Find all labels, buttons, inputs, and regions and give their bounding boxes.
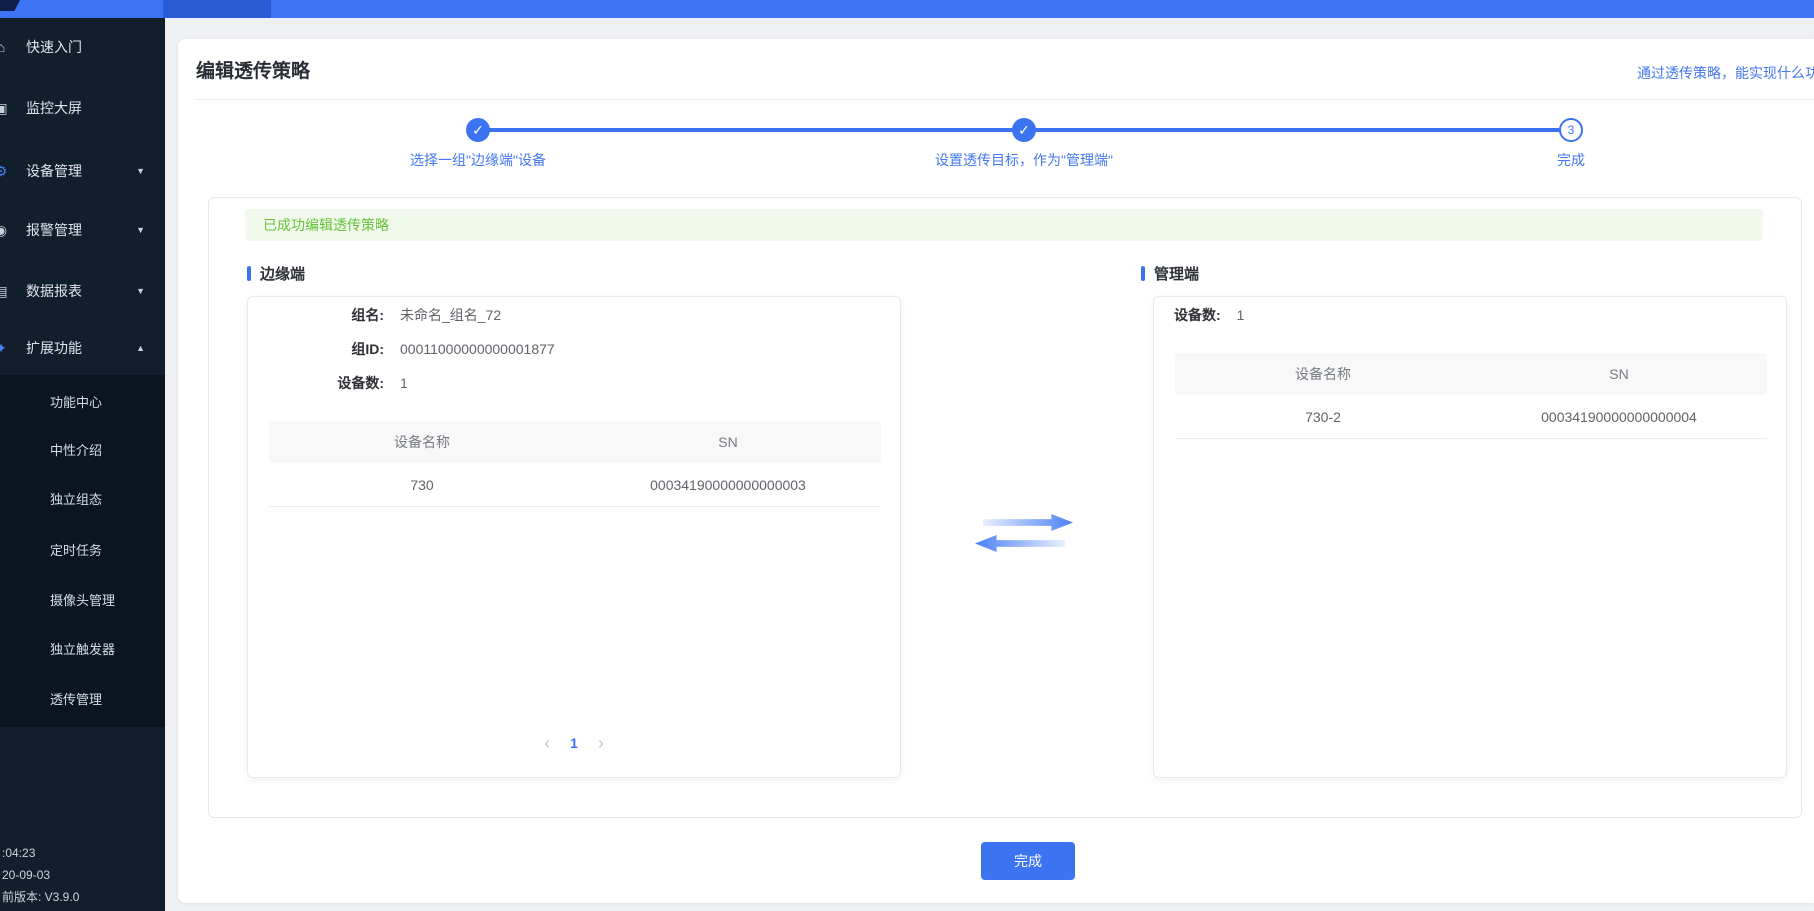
logo-fragment-icon — [0, 0, 20, 11]
field-label: 组ID: — [274, 339, 384, 359]
cell-sn: 00034190000000000004 — [1471, 395, 1767, 438]
column-header-device-name: 设备名称 — [1175, 353, 1471, 395]
submenu-item-scheduled-task[interactable]: 定时任务 — [50, 541, 102, 561]
chevron-down-icon: ▼ — [136, 280, 145, 302]
step-1-circle: ✓ — [466, 118, 490, 142]
page-title: 编辑透传策略 — [196, 56, 310, 83]
submenu-item-neutral-introduction[interactable]: 中性介绍 — [50, 441, 102, 461]
edge-card: 组名: 未命名_组名_72 组ID: 00011000000000001877 … — [247, 296, 901, 778]
field-value: 1 — [1237, 307, 1245, 323]
manage-section-title-text: 管理端 — [1154, 266, 1199, 283]
edge-device-table: 设备名称 SN 730 00034190000000000003 — [269, 421, 881, 507]
column-header-device-name: 设备名称 — [269, 421, 575, 463]
transfer-arrows-icon — [975, 514, 1075, 554]
cell-device-name: 730 — [269, 463, 575, 506]
submenu-item-independent-configuration[interactable]: 独立组态 — [50, 490, 102, 510]
manage-field-device-count: 设备数: 1 — [1174, 305, 1244, 325]
column-header-sn: SN — [575, 421, 881, 463]
result-panel: 已成功编辑透传策略 边缘端 组名: 未命名_组名_72 组ID: 0001100… — [208, 197, 1802, 818]
content-card: 编辑透传策略 通过透传策略，能实现什么功 ✓ ✓ 3 选择一组"边缘端"设备 设… — [178, 39, 1814, 903]
sidebar-item-label: 设备管理 — [26, 160, 82, 182]
manage-section-title: 管理端 — [1141, 266, 1199, 284]
sidebar-item-label: 数据报表 — [26, 280, 82, 302]
sidebar-item-quick-start[interactable]: ⌂ 快速入门 — [0, 36, 165, 58]
sidebar-item-label: 快速入门 — [26, 36, 82, 58]
pagination-prev-icon[interactable]: ‹ — [544, 730, 550, 756]
field-value: 1 — [400, 373, 408, 393]
pagination-next-icon[interactable]: › — [598, 730, 604, 756]
finish-button[interactable]: 完成 — [981, 842, 1075, 880]
sidebar-item-extended-functions[interactable]: ✦ 扩展功能 ▲ — [0, 337, 165, 359]
submenu-item-camera-management[interactable]: 摄像头管理 — [50, 591, 115, 611]
field-value: 00011000000000001877 — [400, 339, 555, 359]
sidebar-submenu: 功能中心 中性介绍 独立组态 定时任务 摄像头管理 独立触发器 透传管理 — [0, 375, 165, 727]
step-1-label: 选择一组"边缘端"设备 — [308, 150, 648, 170]
field-value: 未命名_组名_72 — [400, 305, 501, 325]
sidebar: ⌂ 快速入门 ▣ 监控大屏 ⚙ 设备管理 ▼ ◉ 报警管理 ▼ ▤ 数据报表 ▼… — [0, 0, 165, 911]
arrow-right-icon — [983, 514, 1073, 531]
table-row: 730-2 00034190000000000004 — [1175, 395, 1767, 439]
section-bar-icon — [247, 266, 251, 281]
sidebar-footer-date: 20-09-03 — [2, 867, 50, 883]
monitor-icon: ▣ — [0, 97, 10, 119]
edge-section-title-text: 边缘端 — [260, 266, 305, 283]
cell-sn: 00034190000000000003 — [575, 463, 881, 506]
step-3-label: 完成 — [1401, 150, 1741, 170]
sidebar-item-monitor-screen[interactable]: ▣ 监控大屏 — [0, 97, 165, 119]
step-2-label: 设置透传目标，作为"管理端" — [854, 150, 1194, 170]
help-link[interactable]: 通过透传策略，能实现什么功 — [1637, 63, 1814, 83]
table-header-row: 设备名称 SN — [1175, 353, 1767, 395]
step-2-circle: ✓ — [1012, 118, 1036, 142]
table-row: 730 00034190000000000003 — [269, 463, 881, 507]
main-area: 编辑透传策略 通过透传策略，能实现什么功 ✓ ✓ 3 选择一组"边缘端"设备 设… — [165, 18, 1814, 911]
home-icon: ⌂ — [0, 36, 10, 58]
gear-icon: ⚙ — [0, 160, 10, 182]
manage-device-table: 设备名称 SN 730-2 00034190000000000004 — [1175, 353, 1767, 439]
sidebar-item-data-report[interactable]: ▤ 数据报表 ▼ — [0, 280, 165, 302]
sidebar-item-alarm-management[interactable]: ◉ 报警管理 ▼ — [0, 219, 165, 241]
step-3-circle: 3 — [1559, 118, 1583, 142]
table-header-row: 设备名称 SN — [269, 421, 881, 463]
manage-card: 设备数: 1 设备名称 SN 730-2 00034190000000000004 — [1153, 296, 1787, 778]
sidebar-footer-time: :04:23 — [2, 845, 35, 861]
extension-icon: ✦ — [0, 337, 10, 359]
sidebar-item-label: 报警管理 — [26, 219, 82, 241]
sidebar-footer-version: 前版本: V3.9.0 — [2, 889, 79, 905]
field-label: 组名: — [274, 305, 384, 325]
cell-device-name: 730-2 — [1175, 395, 1471, 438]
field-label: 设备数: — [274, 373, 384, 393]
submenu-item-function-center[interactable]: 功能中心 — [50, 393, 102, 413]
sidebar-item-device-management[interactable]: ⚙ 设备管理 ▼ — [0, 160, 165, 182]
edge-section-title: 边缘端 — [247, 266, 305, 284]
chevron-down-icon: ▼ — [136, 160, 145, 182]
section-bar-icon — [1141, 266, 1145, 281]
chevron-up-icon: ▲ — [136, 337, 145, 359]
arrow-left-icon — [975, 535, 1065, 552]
success-alert: 已成功编辑透传策略 — [245, 209, 1763, 241]
pagination-page-1[interactable]: 1 — [570, 735, 578, 751]
screen: ⌂ 快速入门 ▣ 监控大屏 ⚙ 设备管理 ▼ ◉ 报警管理 ▼ ▤ 数据报表 ▼… — [0, 0, 1814, 911]
pagination: ‹ 1 › — [248, 730, 900, 756]
bell-icon: ◉ — [0, 219, 10, 241]
field-label: 设备数: — [1174, 307, 1221, 323]
top-navbar — [0, 0, 1814, 18]
title-divider — [196, 99, 1814, 100]
submenu-item-independent-trigger[interactable]: 独立触发器 — [50, 640, 115, 660]
sidebar-item-label: 监控大屏 — [26, 97, 82, 119]
sidebar-item-label: 扩展功能 — [26, 337, 82, 359]
submenu-item-passthrough-management[interactable]: 透传管理 — [50, 690, 102, 710]
chevron-down-icon: ▼ — [136, 219, 145, 241]
topbar-active-tab[interactable] — [163, 0, 271, 18]
column-header-sn: SN — [1471, 353, 1767, 395]
report-icon: ▤ — [0, 280, 10, 302]
